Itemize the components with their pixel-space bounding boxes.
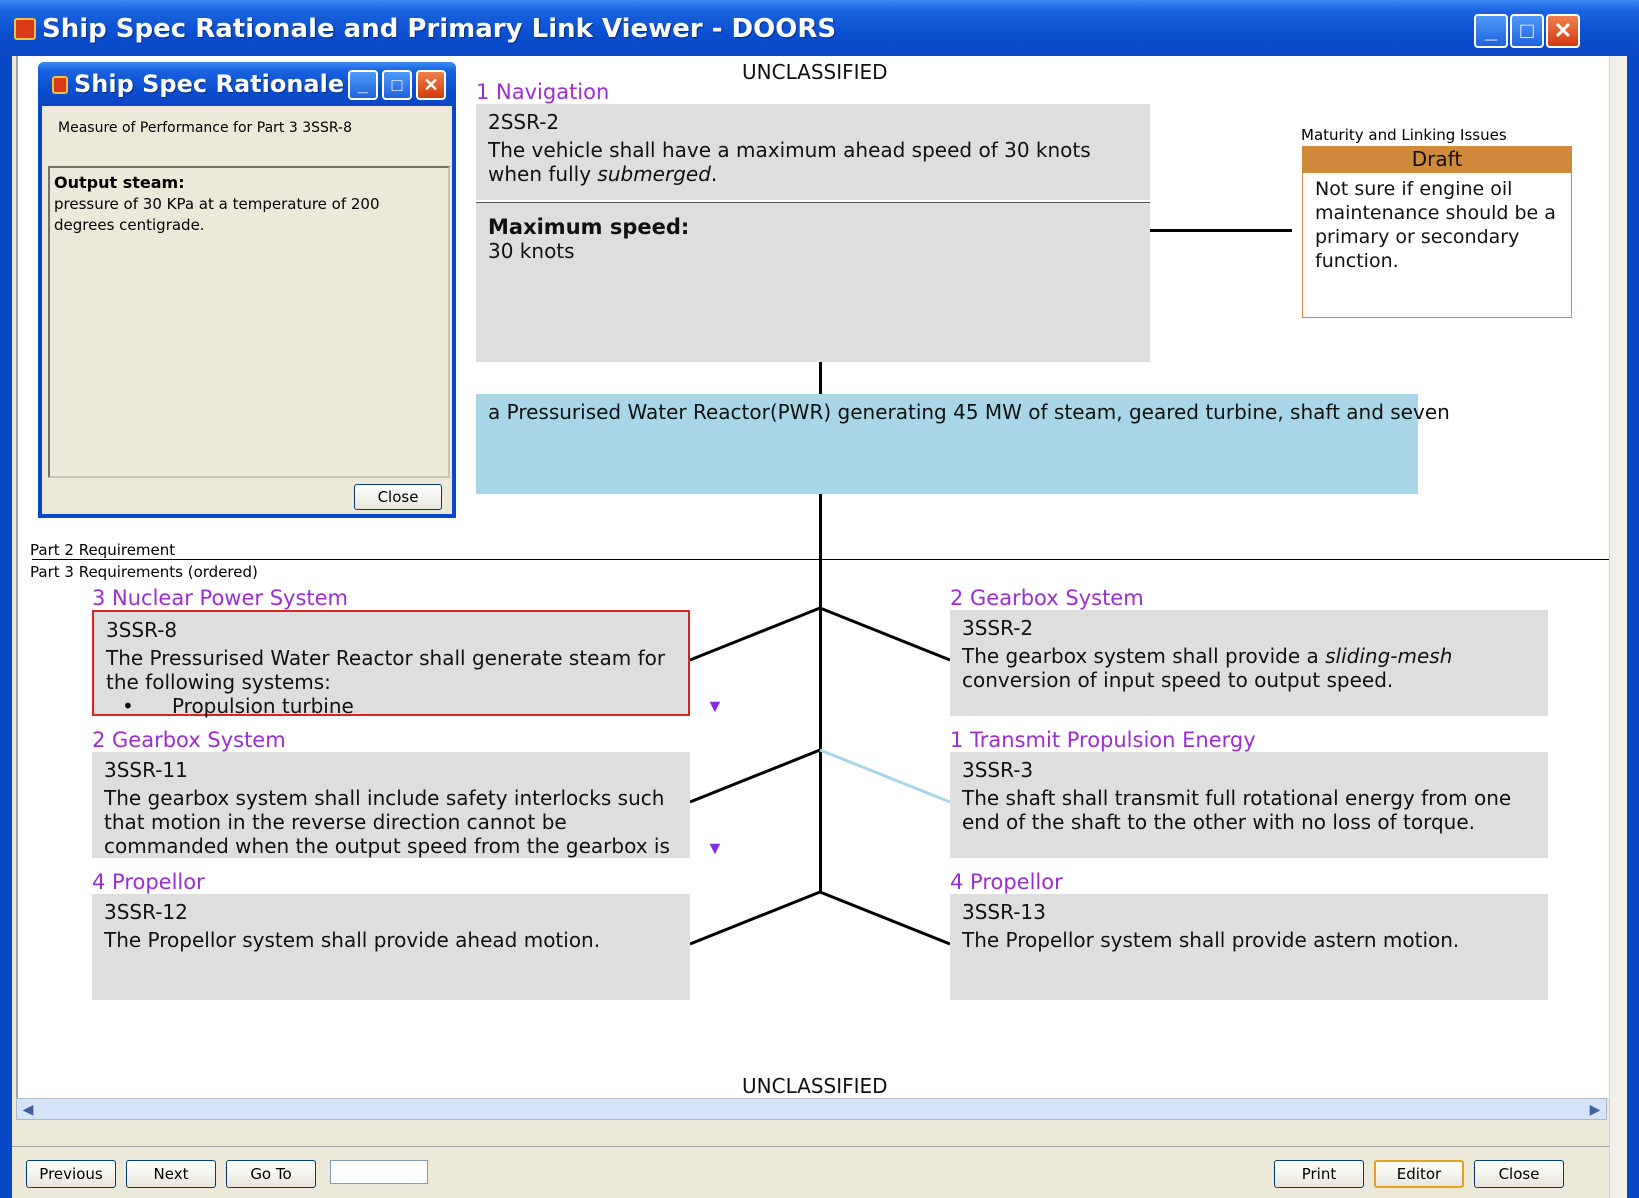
left-req-3-text: The Propellor system shall provide ahead…	[104, 928, 601, 952]
part2-requirement-box[interactable]: a Pressurised Water Reactor(PWR) generat…	[476, 394, 1450, 494]
expand-down-icon[interactable]: ▼	[706, 838, 724, 859]
title-bar[interactable]: Ship Spec Rationale and Primary Link Vie…	[0, 0, 1639, 56]
top-mop-box[interactable]: Maximum speed: 30 knots	[476, 202, 1150, 362]
window-title: Ship Spec Rationale and Primary Link Vie…	[42, 14, 837, 44]
left-req-3-id: 3SSR-12	[104, 900, 188, 924]
rationale-text-area[interactable]: Output steam: pressure of 30 KPa at a te…	[48, 166, 450, 478]
editor-button[interactable]: Editor	[1374, 1160, 1464, 1188]
right-req-1-id: 3SSR-2	[962, 616, 1034, 640]
minimize-button[interactable]: _	[1474, 14, 1508, 48]
rationale-text: pressure of 30 KPa at a temperature of 2…	[54, 195, 380, 234]
left-req-1-section[interactable]: 3 Nuclear Power System	[92, 586, 348, 610]
maximize-button[interactable]: □	[1510, 14, 1544, 48]
dialog-title-bar[interactable]: Ship Spec Rationale ... _ □ ✕	[38, 62, 456, 106]
left-req-1-bullet: • Propulsion turbine	[122, 694, 354, 718]
mop-value: 30 knots	[488, 239, 575, 263]
close-button[interactable]: Close	[1474, 1160, 1564, 1188]
maturity-box[interactable]: Draft Not sure if engine oil maintenance…	[1302, 146, 1572, 318]
goto-input[interactable]	[330, 1160, 428, 1184]
bottom-divider	[12, 1146, 1609, 1147]
left-req-1-id: 3SSR-8	[106, 618, 178, 642]
top-requirement-id: 2SSR-2	[488, 110, 560, 134]
left-req-2-id: 3SSR-11	[104, 758, 188, 782]
doors-app-icon	[52, 76, 68, 94]
horizontal-scrollbar[interactable]: ◀ ▶	[16, 1098, 1607, 1120]
left-req-3-section[interactable]: 4 Propellor	[92, 870, 205, 894]
dialog-close-button[interactable]: Close	[354, 484, 442, 510]
expand-down-icon[interactable]: ▼	[706, 696, 724, 717]
right-req-1-section[interactable]: 2 Gearbox System	[950, 586, 1144, 610]
left-req-2-text: The gearbox system shall include safety …	[104, 786, 670, 858]
left-req-2-box[interactable]: 3SSR-11 The gearbox system shall include…	[92, 752, 690, 858]
right-req-1-text: The gearbox system shall provide a slidi…	[962, 644, 1453, 692]
dialog-maximize-button[interactable]: □	[382, 70, 412, 100]
top-requirement-box[interactable]: 2SSR-2 The vehicle shall have a maximum …	[476, 104, 1150, 200]
right-req-2-text: The shaft shall transmit full rotational…	[962, 786, 1512, 834]
right-req-3-box[interactable]: 3SSR-13 The Propellor system shall provi…	[950, 894, 1548, 1000]
dialog-minimize-button[interactable]: _	[348, 70, 378, 100]
doors-app-icon	[14, 18, 36, 40]
goto-button[interactable]: Go To	[226, 1160, 316, 1188]
part3-label: Part 3 Requirements (ordered)	[30, 563, 258, 581]
dialog-caption: Measure of Performance for Part 3 3SSR-8	[58, 120, 353, 136]
next-button[interactable]: Next	[126, 1160, 216, 1188]
right-req-3-section[interactable]: 4 Propellor	[950, 870, 1063, 894]
right-req-1-box[interactable]: 3SSR-2 The gearbox system shall provide …	[950, 610, 1548, 716]
right-req-2-id: 3SSR-3	[962, 758, 1034, 782]
part2-label: Part 2 Requirement	[30, 541, 176, 559]
left-req-3-box[interactable]: 3SSR-12 The Propellor system shall provi…	[92, 894, 690, 1000]
print-button[interactable]: Print	[1274, 1160, 1364, 1188]
left-req-1-box[interactable]: 3SSR-8 The Pressurised Water Reactor sha…	[92, 610, 690, 718]
rationale-dialog: Ship Spec Rationale ... _ □ ✕ Measure of…	[38, 62, 456, 518]
top-requirement-text: The vehicle shall have a maximum ahead s…	[488, 138, 1091, 186]
window-close-button[interactable]: ✕	[1546, 14, 1580, 48]
scroll-left-icon[interactable]: ◀	[17, 1099, 39, 1119]
left-req-2-section[interactable]: 2 Gearbox System	[92, 728, 286, 752]
vertical-scrollbar[interactable]	[1609, 56, 1627, 1198]
right-req-2-box[interactable]: 3SSR-3 The shaft shall transmit full rot…	[950, 752, 1548, 858]
dialog-body: Measure of Performance for Part 3 3SSR-8…	[42, 106, 452, 514]
dialog-title: Ship Spec Rationale ...	[74, 70, 380, 98]
maturity-note: Not sure if engine oil maintenance shoul…	[1315, 178, 1556, 272]
dialog-close-icon[interactable]: ✕	[416, 70, 446, 100]
right-req-3-id: 3SSR-13	[962, 900, 1046, 924]
previous-button[interactable]: Previous	[26, 1160, 116, 1188]
maturity-label: Maturity and Linking Issues	[1301, 126, 1507, 144]
rationale-title: Output steam:	[54, 173, 185, 192]
left-req-1-text: The Pressurised Water Reactor shall gene…	[106, 646, 666, 694]
top-section-title[interactable]: 1 Navigation	[476, 80, 609, 104]
scroll-right-icon[interactable]: ▶	[1584, 1099, 1606, 1119]
right-req-3-text: The Propellor system shall provide aster…	[962, 928, 1460, 952]
right-req-2-section[interactable]: 1 Transmit Propulsion Energy	[950, 728, 1256, 752]
mop-title: Maximum speed:	[488, 215, 690, 239]
maturity-status: Draft	[1303, 147, 1571, 173]
